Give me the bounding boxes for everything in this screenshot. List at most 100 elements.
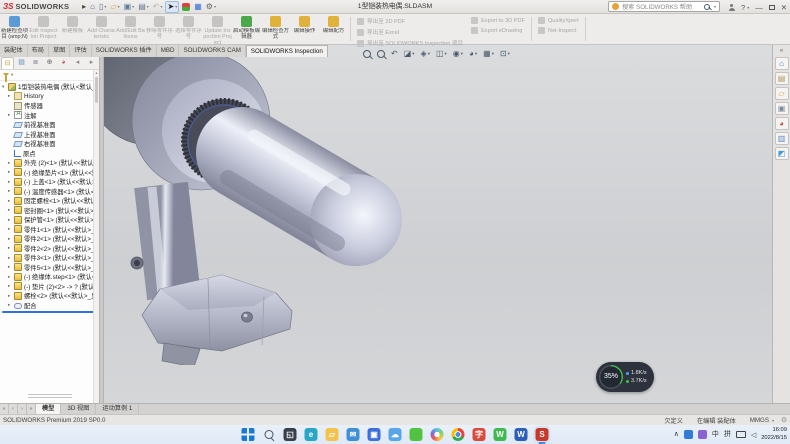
- taskbar-clock[interactable]: 16:09 2022/8/15: [761, 427, 787, 441]
- start-icon[interactable]: [242, 428, 255, 441]
- model-tab-scroll-last[interactable]: »: [27, 404, 36, 414]
- file-properties-icon[interactable]: ▦: [193, 1, 203, 13]
- tab-sketch[interactable]: 草图: [49, 45, 70, 57]
- task-pane-collapse-icon[interactable]: «: [780, 47, 783, 55]
- volume-tray-icon[interactable]: ◁: [751, 431, 756, 439]
- export-excel-button[interactable]: 导出至 Excel: [357, 28, 463, 36]
- view-settings-icon[interactable]: ⊡ ▾: [499, 48, 511, 60]
- home-icon[interactable]: ⌂: [89, 1, 96, 13]
- featuremanager-tab[interactable]: ⊟: [1, 57, 14, 69]
- net-inspect-button[interactable]: Net-Inspect: [538, 27, 579, 34]
- model-probe-dome-cap[interactable]: [310, 174, 402, 266]
- wps-office-icon[interactable]: W: [494, 428, 507, 441]
- graphics-viewport[interactable]: ↶ ◪ ▾ ◈ ▾ ◫ ▾ ◉ ▾ ◕ ▾ ▦: [0, 45, 790, 403]
- undo-icon[interactable]: ↶ ▾: [152, 1, 164, 13]
- edge-browser-icon[interactable]: e: [305, 428, 318, 441]
- search-icon[interactable]: [704, 4, 710, 10]
- remove-balloons-button[interactable]: 移除零件序号: [145, 14, 174, 44]
- tab-inspection[interactable]: SOLIDWORKS Inspection: [246, 45, 328, 57]
- tree-filter-bar[interactable]: ▾: [0, 70, 99, 81]
- section-view-icon[interactable]: ◪ ▾: [403, 48, 416, 60]
- tree-scrollbar[interactable]: ▴: [93, 70, 99, 403]
- tree-item-right-plane[interactable]: 右视基准面: [0, 139, 99, 149]
- search-icon[interactable]: [263, 428, 276, 441]
- tree-item-part5[interactable]: ▸ 零件5<1> (默认<<默认>_显示状态: [0, 263, 99, 273]
- browser-360-icon[interactable]: [431, 428, 444, 441]
- close-icon[interactable]: ✕: [781, 3, 787, 12]
- sw-resources-icon[interactable]: ⌂: [775, 57, 789, 70]
- panel-tab-scroll-right[interactable]: ▸: [85, 57, 98, 69]
- dictionary-app-icon[interactable]: 字: [473, 428, 486, 441]
- model-tab-scroll-prev[interactable]: ‹: [9, 404, 18, 414]
- tree-item-insulator-step[interactable]: ▸ (-) 绝缘体.step<1> (默认<<默认: [0, 272, 99, 282]
- tab-cam[interactable]: SOLIDWORKS CAM: [179, 45, 245, 57]
- edit-operation-button[interactable]: 编辑操作: [290, 14, 319, 44]
- edit-inspection-method-button[interactable]: 编辑检查方式: [261, 14, 290, 44]
- sign-in-icon[interactable]: [728, 4, 735, 11]
- update-inspection-project-button[interactable]: Update Inspection Project: [203, 14, 232, 44]
- tree-item-bolt2[interactable]: ▸ 螺栓<2> (默认<<默认>_显示状态: [0, 291, 99, 301]
- scrollbar-thumb[interactable]: [95, 77, 98, 103]
- add-edit-balloons-button[interactable]: Add/Edit Balloons: [116, 14, 145, 44]
- help-icon[interactable]: ? ▾: [741, 3, 749, 12]
- restore-icon[interactable]: [769, 5, 775, 10]
- tree-item-history[interactable]: ▸ History: [0, 92, 99, 102]
- tab-layout[interactable]: 布局: [28, 45, 49, 57]
- security-tray-icon[interactable]: [698, 430, 707, 439]
- tree-item-protection-tube[interactable]: ▸ 保护管<1> (默认<<默认>_显示状: [0, 215, 99, 225]
- new-file-icon[interactable]: ▯ ▾: [98, 1, 107, 13]
- tab-evaluate[interactable]: 评估: [70, 45, 91, 57]
- cloud-drive-icon[interactable]: ☁: [389, 428, 402, 441]
- model-set-screw[interactable]: [131, 257, 143, 269]
- tree-item-gasket2[interactable]: ▸ (-) 垫片 (2)<2> -> ? (默认<<默认: [0, 282, 99, 292]
- model-probe-body[interactable]: [228, 136, 402, 266]
- select-balloons-button[interactable]: 选择零件序号: [174, 14, 203, 44]
- export-edrawing-button[interactable]: Export eDrawing: [471, 27, 525, 34]
- onedrive-tray-icon[interactable]: [684, 430, 693, 439]
- tree-item-seal-ring[interactable]: ▸ 密封圈<1> (默认<<默认>_显示状: [0, 206, 99, 216]
- mail-icon[interactable]: ✉: [347, 428, 360, 441]
- ime-mode-indicator[interactable]: 拼: [724, 427, 731, 442]
- tree-item-insulation-gasket[interactable]: ▸ (-) 绝缘垫片<1> (默认<<默认>_显: [0, 168, 99, 178]
- menu-expand-icon[interactable]: ▸: [81, 1, 87, 13]
- new-inspection-project-button[interactable]: 新建检查项目 (amp;N): [0, 14, 29, 44]
- qualityxpert-button[interactable]: QualityXpert: [538, 17, 579, 24]
- solidworks-taskbar-icon[interactable]: S: [536, 428, 549, 441]
- display-tray-icon[interactable]: [736, 431, 746, 438]
- 3d-views-tab[interactable]: 3D 视图: [61, 404, 96, 414]
- model-lower-cylinder[interactable]: [152, 185, 174, 297]
- launch-template-editor-button[interactable]: 启动模板编辑器: [232, 14, 261, 44]
- options-icon[interactable]: ⚙ ▾: [205, 1, 217, 13]
- panel-splitter[interactable]: [100, 57, 104, 403]
- tab-assembly[interactable]: 装配体: [0, 45, 28, 57]
- rebuild-icon[interactable]: [181, 1, 191, 13]
- panel-tab-scroll-left[interactable]: ◂: [71, 57, 84, 69]
- save-icon[interactable]: ▣ ▾: [123, 1, 136, 13]
- design-library-icon[interactable]: ▤: [775, 72, 789, 85]
- stack-app-icon[interactable]: ◱: [284, 428, 297, 441]
- microsoft-store-icon[interactable]: ▣: [368, 428, 381, 441]
- print-icon[interactable]: ▤ ▾: [137, 1, 150, 13]
- apply-scene-icon[interactable]: ▦ ▾: [482, 48, 495, 60]
- edit-inspection-project-button[interactable]: Edit Inspection Project: [29, 14, 58, 44]
- help-search-box[interactable]: 搜索 SOLIDWORKS 帮助 ▾: [608, 1, 720, 12]
- tree-item-temp-sensor[interactable]: ▸ (-) 温度传感器<1> (默认<<默认>_: [0, 187, 99, 197]
- displaymanager-tab[interactable]: ◕: [57, 57, 70, 69]
- tree-item-part3[interactable]: ▸ 零件3<1> (默认<<默认>_显示状态: [0, 253, 99, 263]
- forum-icon[interactable]: ◩: [775, 147, 789, 160]
- export-inspection-project-button[interactable]: 导出至 SOLIDWORKS Inspection 项目: [357, 39, 463, 47]
- previous-view-icon[interactable]: ↶: [390, 48, 399, 60]
- network-speed-overlay[interactable]: 35% 1.8K/s 3.7K/s: [596, 362, 654, 392]
- tree-root-assembly[interactable]: ▾ 1型铠装热电偶 (默认<默认_显示状态-1: [0, 82, 99, 92]
- tray-expand-icon[interactable]: ∧: [674, 427, 679, 442]
- file-explorer-taskbar-icon[interactable]: ▱: [326, 428, 339, 441]
- tree-item-part2-2[interactable]: ▸ 零件2<2> (默认<<默认>_显示状态: [0, 244, 99, 254]
- tree-item-mates[interactable]: ▸ 配合: [0, 301, 99, 311]
- tree-item-top-cover[interactable]: ▸ (-) 上盖<1> (默认<<默认>_显示状: [0, 177, 99, 187]
- dimxpertmanager-tab[interactable]: ⊕: [43, 57, 56, 69]
- configurationmanager-tab[interactable]: ≣: [29, 57, 42, 69]
- status-tag-icon[interactable]: ⊙: [781, 416, 787, 424]
- display-style-icon[interactable]: ◫ ▾: [435, 48, 448, 60]
- custom-properties-icon[interactable]: ▥: [775, 132, 789, 145]
- tree-item-front-plane[interactable]: 前视基准面: [0, 120, 99, 130]
